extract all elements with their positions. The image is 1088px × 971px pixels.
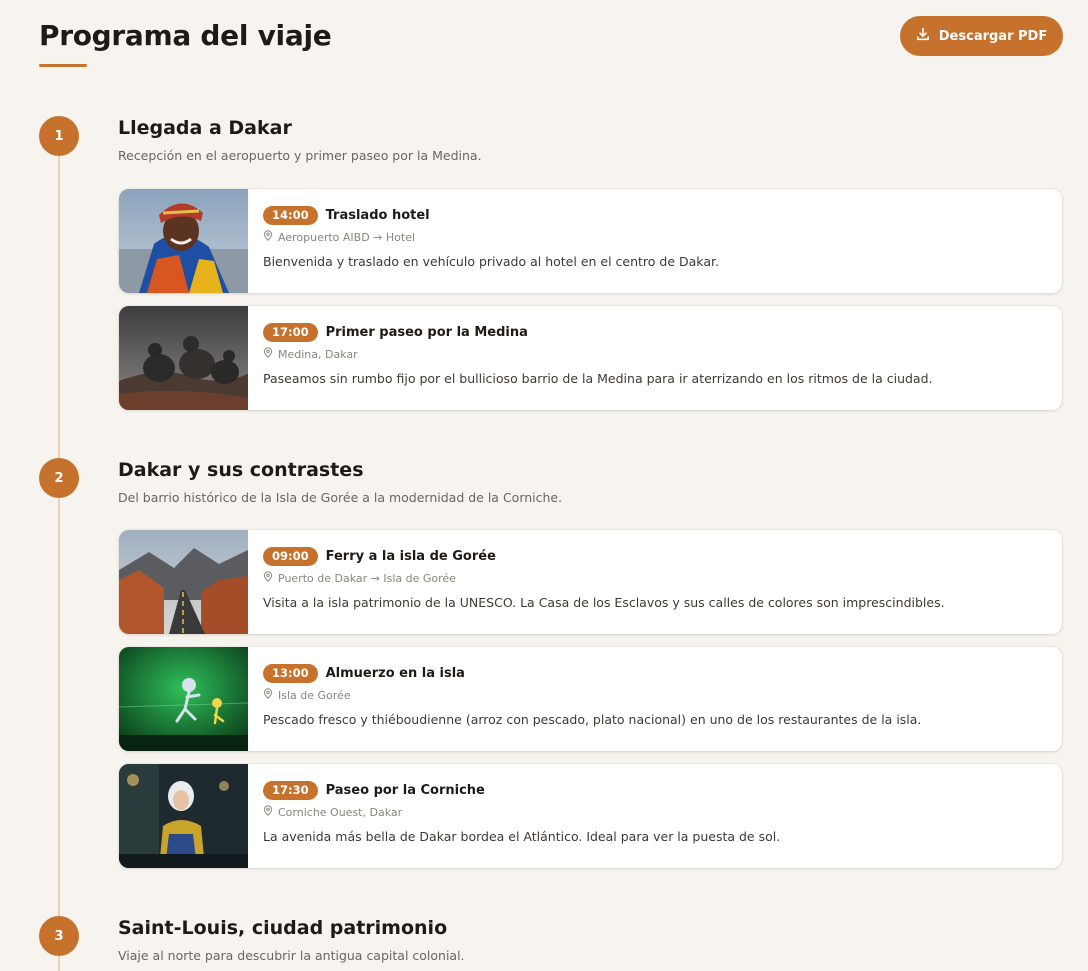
time-badge: 14:00 [263, 205, 318, 225]
activity-card[interactable]: 17:30 Paseo por la Corniche Corniche Oue… [119, 764, 1062, 868]
day-subtitle: Viaje al norte para descubrir la antigua… [118, 948, 465, 963]
activity-location: Medina, Dakar [263, 347, 1046, 361]
location-pin-icon [263, 805, 273, 819]
location-pin-icon [263, 230, 273, 244]
day-subtitle: Recepción en el aeropuerto y primer pase… [118, 148, 482, 163]
activity-image [119, 764, 248, 868]
activity-description: Visita a la isla patrimonio de la UNESCO… [263, 595, 945, 610]
activity-description: Paseamos sin rumbo fijo por el bullicios… [263, 371, 933, 386]
day-subtitle: Del barrio histórico de la Isla de Gorée… [118, 490, 563, 505]
activity-image [119, 189, 248, 293]
activity-location-text: Puerto de Dakar → Isla de Gorée [278, 571, 456, 585]
day-title: Dakar y sus contrastes [118, 459, 364, 481]
activity-location: Corniche Ouest, Dakar [263, 805, 1046, 819]
activity-title: Almuerzo en la isla [325, 665, 465, 681]
activity-title: Paseo por la Corniche [325, 782, 485, 798]
location-pin-icon [263, 688, 273, 702]
page-header: Programa del viaje Descargar PDF [39, 16, 1063, 78]
time-badge: 09:00 [263, 546, 318, 566]
activity-location: Puerto de Dakar → Isla de Gorée [263, 571, 1046, 585]
activity-card[interactable]: 14:00 Traslado hotel Aeropuerto AIBD → H… [119, 189, 1062, 293]
day-title: Llegada a Dakar [118, 117, 292, 139]
activity-location-text: Medina, Dakar [278, 347, 358, 361]
day-number-badge: 1 [39, 116, 79, 156]
time-badge: 17:00 [263, 322, 318, 342]
activity-card[interactable]: 17:00 Primer paseo por la Medina Medina,… [119, 306, 1062, 410]
download-icon [916, 27, 930, 45]
activity-location: Aeropuerto AIBD → Hotel [263, 230, 1046, 244]
activity-image [119, 647, 248, 751]
activity-title: Primer paseo por la Medina [325, 324, 528, 340]
activity-description: La avenida más bella de Dakar bordea el … [263, 829, 781, 844]
location-pin-icon [263, 347, 273, 361]
day-title: Saint-Louis, ciudad patrimonio [118, 917, 448, 939]
activity-card[interactable]: 13:00 Almuerzo en la isla Isla de Gorée … [119, 647, 1062, 751]
title-underline [39, 64, 87, 67]
day-number-badge: 2 [39, 458, 79, 498]
activity-location-text: Corniche Ouest, Dakar [278, 805, 403, 819]
time-badge: 13:00 [263, 663, 318, 683]
activity-card[interactable]: 09:00 Ferry a la isla de Gorée Puerto de… [119, 530, 1062, 634]
activity-image [119, 530, 248, 634]
activity-image [119, 306, 248, 410]
time-badge: 17:30 [263, 780, 318, 800]
download-pdf-button[interactable]: Descargar PDF [900, 16, 1063, 56]
activity-title: Traslado hotel [325, 207, 430, 223]
location-pin-icon [263, 571, 273, 585]
activity-title: Ferry a la isla de Gorée [325, 548, 496, 564]
timeline-line [58, 136, 60, 971]
activity-location-text: Isla de Gorée [278, 688, 351, 702]
activity-description: Pescado fresco y thiéboudienne (arroz co… [263, 712, 922, 727]
day-number-badge: 3 [39, 916, 79, 956]
activity-location: Isla de Gorée [263, 688, 1046, 702]
activity-description: Bienvenida y traslado en vehículo privad… [263, 254, 719, 269]
activity-location-text: Aeropuerto AIBD → Hotel [278, 230, 416, 244]
download-pdf-label: Descargar PDF [938, 28, 1048, 44]
